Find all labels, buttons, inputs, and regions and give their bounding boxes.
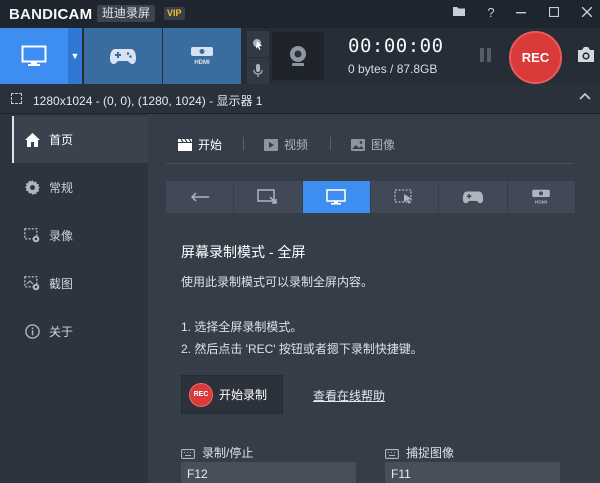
gamepad-icon [110, 49, 136, 64]
chevron-up-icon [579, 92, 591, 100]
chevron-down-icon: ▼ [70, 51, 80, 61]
sidebar-item-about[interactable]: 关于 [12, 308, 148, 355]
sidebar-item-label: 常规 [49, 181, 74, 195]
tab-underline [166, 163, 574, 164]
main-panel: 开始 视频 图像 HDMI 屏幕录制模式 - 全屏 使用此录制模式可以录制全屏内… [148, 114, 600, 483]
start-recording-button[interactable]: REC 开始录制 [181, 375, 283, 414]
pause-icon [480, 48, 484, 62]
tab-video[interactable]: 视频 [264, 136, 308, 153]
tab-divider [243, 137, 244, 150]
vip-badge: VIP [164, 7, 185, 20]
hotkey-capture-label: 捕捉图像 [385, 444, 454, 461]
file-size-info: 0 bytes / 87.8GB [348, 62, 438, 76]
capture-info-bar: 1280x1024 - (0, 0), (1280, 1024) - 显示器 1 [0, 84, 600, 114]
pause-button[interactable] [480, 48, 494, 62]
hotkey-record-label: 录制/停止 [181, 444, 253, 461]
keyboard-icon [181, 448, 195, 459]
fullscreen-mode-button[interactable] [0, 28, 68, 84]
mode-around-mouse-button[interactable] [370, 181, 439, 213]
close-icon[interactable] [578, 4, 596, 22]
sidebar-item-label: 截图 [49, 277, 74, 291]
cursor-effects-button[interactable] [247, 31, 269, 57]
home-icon [24, 132, 40, 148]
collapse-button[interactable] [579, 91, 591, 103]
arrow-left-icon [190, 192, 209, 202]
webcam-overlay-button[interactable] [272, 32, 324, 80]
help-icon[interactable]: ? [482, 4, 500, 22]
dashed-area-cursor-icon [393, 189, 412, 204]
mode-description: 使用此录制模式可以录制全屏内容。 [181, 275, 374, 289]
game-mode-button[interactable] [84, 28, 162, 84]
mode-toolbar: ▼ HDMI 00:00:00 0 bytes / 87.8GB REC [0, 28, 600, 84]
gamepad-icon [462, 191, 484, 204]
tab-label: 开始 [198, 138, 223, 152]
image-settings-icon [24, 276, 40, 292]
picture-icon [351, 138, 365, 151]
hdmi-icon: HDMI [191, 47, 213, 66]
mode-back-button[interactable] [166, 181, 234, 213]
screenshot-button[interactable] [576, 46, 596, 66]
monitor-icon [21, 45, 47, 66]
mode-rectangle-button[interactable] [234, 181, 302, 213]
svg-text:HDMI: HDMI [194, 60, 210, 66]
mouse-cursor-icon [253, 39, 262, 50]
microphone-icon [253, 64, 263, 77]
tab-image[interactable]: 图像 [351, 136, 395, 153]
video-settings-icon [24, 228, 40, 244]
sidebar: 首页 常规 录像 截图 关于 [0, 114, 148, 483]
hdmi-icon: HDMI [532, 189, 551, 205]
sidebar-item-home[interactable]: 首页 [12, 116, 148, 163]
instruction-step-1: 1. 选择全屏录制模式。 [181, 320, 303, 334]
gear-icon [24, 180, 40, 196]
webcam-icon [290, 46, 306, 66]
svg-text:HDMI: HDMI [535, 199, 548, 205]
hdmi-mode-button[interactable]: HDMI [163, 28, 241, 84]
minimize-icon[interactable] [512, 4, 530, 22]
play-icon [264, 138, 278, 151]
instruction-step-2: 2. 然后点击 'REC' 按钮或者摁下录制快捷键。 [181, 342, 423, 356]
clapper-icon [178, 138, 192, 151]
hotkey-capture-text: 捕捉图像 [406, 446, 455, 460]
title-bar: BANDICAM 班迪录屏 VIP ? [0, 0, 600, 28]
sidebar-item-label: 关于 [49, 325, 74, 339]
tab-label: 图像 [371, 138, 396, 152]
sidebar-item-general[interactable]: 常规 [12, 164, 148, 211]
hotkey-capture-field[interactable]: F11 [385, 462, 560, 483]
app-logo: BANDICAM [9, 6, 93, 23]
record-mode-selector: HDMI [166, 181, 575, 213]
capture-area-icon [11, 93, 22, 104]
record-timer: 00:00:00 [348, 35, 444, 57]
camera-icon [578, 47, 594, 62]
sidebar-item-label: 首页 [49, 133, 74, 147]
brand-name: 班迪录屏 [97, 5, 156, 22]
mode-dropdown-button[interactable]: ▼ [68, 28, 82, 84]
monitor-icon [326, 188, 347, 205]
start-recording-label: 开始录制 [219, 388, 268, 402]
rec-button[interactable]: REC [509, 31, 562, 84]
sidebar-item-screenshot[interactable]: 截图 [12, 260, 148, 307]
hotkey-record-field[interactable]: F12 [181, 462, 356, 483]
folder-icon[interactable] [450, 4, 468, 22]
rec-icon: REC [189, 382, 213, 407]
info-icon [24, 324, 40, 340]
sidebar-item-label: 录像 [49, 229, 74, 243]
online-help-link[interactable]: 查看在线帮助 [313, 387, 385, 404]
mode-title: 屏幕录制模式 - 全屏 [181, 244, 306, 260]
hotkey-record-text: 录制/停止 [202, 446, 254, 460]
tab-start[interactable]: 开始 [178, 136, 222, 153]
mode-fullscreen-button[interactable] [302, 181, 370, 213]
maximize-icon[interactable] [545, 4, 563, 22]
rectangle-area-icon [257, 189, 277, 204]
sidebar-item-video[interactable]: 录像 [12, 212, 148, 259]
tab-divider [330, 137, 331, 150]
microphone-button[interactable] [247, 58, 269, 84]
capture-info: 1280x1024 - (0, 0), (1280, 1024) - 显示器 1 [33, 94, 263, 108]
mode-hdmi-button[interactable]: HDMI [507, 181, 575, 213]
mode-game-button[interactable] [439, 181, 507, 213]
tab-label: 视频 [284, 138, 309, 152]
keyboard-icon [385, 448, 399, 459]
